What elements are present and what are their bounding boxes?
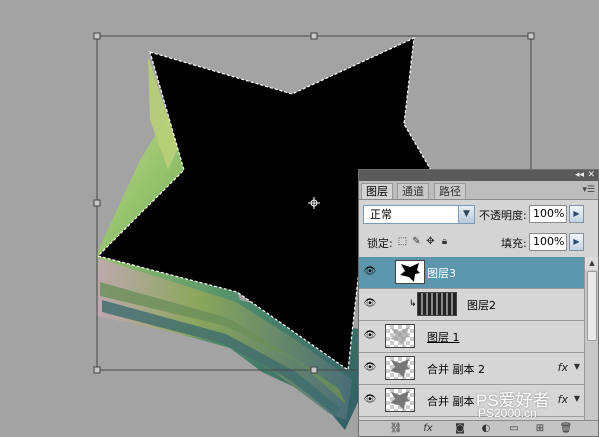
eye-icon[interactable]: 👁︎: [363, 297, 377, 311]
layer-row[interactable]: 👁︎ ↳ 图层2: [359, 289, 584, 321]
eye-icon[interactable]: 👁︎: [363, 329, 377, 343]
scroll-thumb[interactable]: [587, 271, 597, 341]
layer-thumbnail: [385, 356, 415, 380]
transform-handle-b[interactable]: [310, 366, 318, 374]
layer-thumbnail: [385, 388, 415, 412]
tab-channels[interactable]: 通道: [397, 183, 429, 199]
lock-row: 锁定: 填充: 100% ▶: [359, 229, 598, 255]
chevron-down-icon[interactable]: ▼: [574, 362, 580, 371]
transform-handle-t[interactable]: [310, 32, 318, 40]
trash-icon[interactable]: 🗑︎: [559, 423, 573, 434]
mask-icon[interactable]: ◙: [453, 423, 467, 434]
collapse-icon[interactable]: ◂◂: [575, 170, 584, 181]
tab-layers[interactable]: 图层: [361, 183, 393, 199]
fill-slider-icon[interactable]: ▶: [569, 233, 584, 251]
layer-row[interactable]: 👁︎ 图层3: [359, 257, 584, 289]
lock-brush-icon[interactable]: ✎: [411, 236, 422, 247]
layer-name: 合并 副本: [427, 395, 475, 408]
panel-menu-icon[interactable]: ▾☰: [582, 185, 595, 195]
layers-bottom-toolbar: ⛓ fx ◙ ◐ ▭ ⊞ 🗑︎: [359, 420, 598, 436]
panel-tabs: 图层 通道 路径 ▾☰: [359, 181, 598, 200]
fx-icon[interactable]: fx: [421, 423, 435, 434]
transform-handle-tl[interactable]: [93, 32, 101, 40]
opacity-input[interactable]: 100%: [529, 205, 567, 223]
link-icon[interactable]: ⛓: [389, 423, 403, 434]
adjustment-icon[interactable]: ◐: [479, 423, 493, 434]
watermark-sub: PS2000.cn: [478, 406, 537, 420]
transform-handle-l[interactable]: [93, 199, 101, 207]
opacity-slider-icon[interactable]: ▶: [569, 205, 584, 223]
eye-icon[interactable]: 👁︎: [363, 361, 377, 375]
layer-thumbnail: [395, 260, 425, 284]
blend-row: 正常 ▼ 不透明度: 100% ▶: [359, 201, 598, 227]
layer-name: 图层2: [467, 299, 496, 312]
fill-label: 填充:: [501, 237, 527, 250]
tab-paths[interactable]: 路径: [434, 183, 466, 199]
layer-row[interactable]: 👁︎ 图层 1: [359, 321, 584, 353]
layer-name: 图层 1: [427, 331, 460, 344]
layer-row[interactable]: 👁︎ 合并 副本 fx ▼: [359, 385, 584, 417]
panel-titlebar[interactable]: ◂◂ ✕: [359, 170, 598, 181]
fx-badge[interactable]: fx: [558, 361, 568, 374]
lock-label: 锁定:: [367, 237, 393, 250]
eye-icon[interactable]: 👁︎: [363, 265, 377, 279]
lock-move-icon[interactable]: ✥: [425, 236, 436, 247]
close-icon[interactable]: ✕: [587, 170, 595, 181]
opacity-label: 不透明度:: [479, 209, 527, 222]
new-layer-icon[interactable]: ⊞: [533, 423, 547, 434]
scroll-up-icon[interactable]: ▲: [585, 257, 598, 270]
transform-handle-bl[interactable]: [93, 366, 101, 374]
lock-transparent-icon[interactable]: ⬚: [397, 236, 408, 247]
layer-name: 图层3: [427, 267, 456, 280]
transform-handle-tr[interactable]: [527, 32, 535, 40]
layers-list: 👁︎ 图层3 👁︎ ↳ 图层2 👁︎ 图层 1 👁︎ 合并 副本 2 fx ▼ …: [359, 257, 584, 420]
fill-input[interactable]: 100%: [529, 233, 567, 251]
lock-all-icon[interactable]: 🔒︎: [439, 236, 450, 247]
watermark: PS爱好者 PS2000.cn: [476, 386, 550, 420]
layer-thumbnail: [385, 324, 415, 348]
clip-arrow-icon: ↳: [409, 299, 417, 309]
eye-icon[interactable]: 👁︎: [363, 393, 377, 407]
layer-name: 合并 副本 2: [427, 363, 485, 376]
layer-thumbnail: [417, 292, 457, 316]
layers-scrollbar[interactable]: ▲: [584, 257, 598, 420]
blend-mode-select[interactable]: 正常 ▼: [363, 205, 475, 224]
group-icon[interactable]: ▭: [507, 423, 521, 434]
fx-badge[interactable]: fx: [558, 393, 568, 406]
chevron-down-icon[interactable]: ▼: [458, 206, 474, 223]
layer-row[interactable]: 👁︎ 合并 副本 2 fx ▼: [359, 353, 584, 385]
chevron-down-icon[interactable]: ▼: [574, 394, 580, 403]
blend-mode-value: 正常: [370, 208, 392, 221]
